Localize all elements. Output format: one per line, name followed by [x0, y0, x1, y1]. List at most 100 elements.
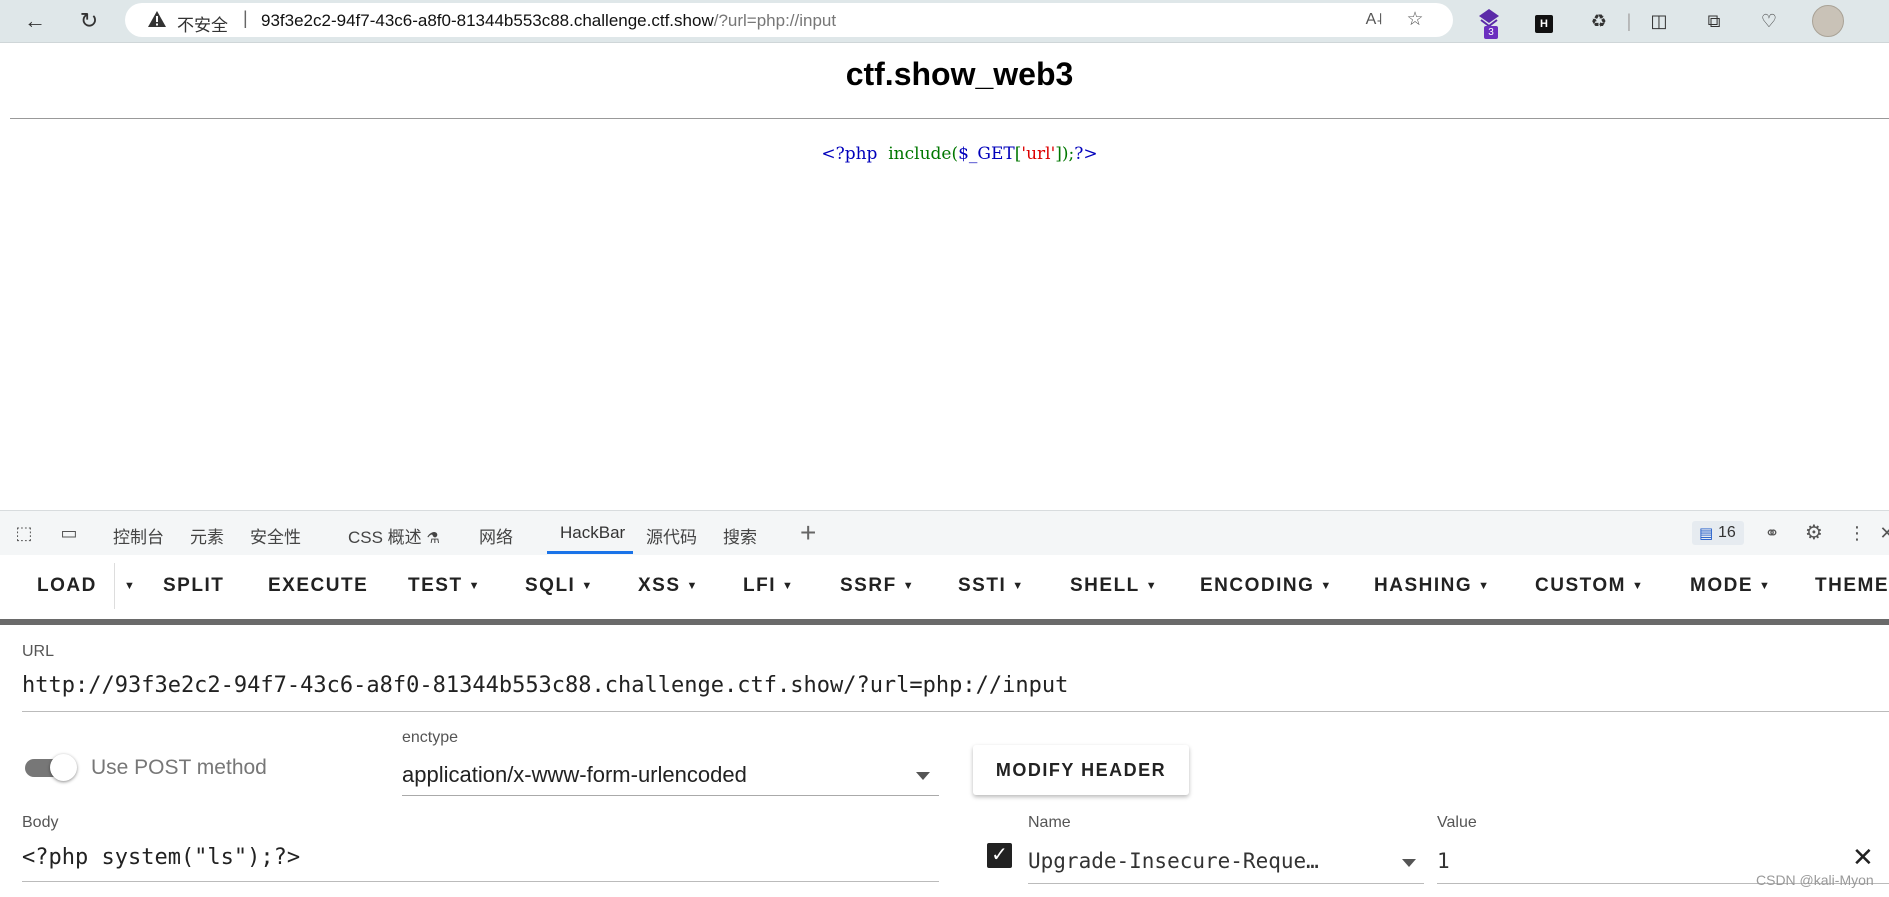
active-tab-indicator [547, 551, 633, 554]
puzzle-icon[interactable]: ♻ [1586, 8, 1612, 34]
arrow-left-icon[interactable]: ← [19, 5, 51, 37]
inspect-cursor-icon[interactable]: ⬚ [12, 521, 36, 545]
header-value-label: Value [1437, 814, 1477, 831]
address-separator: | [243, 8, 248, 28]
hashing-menu[interactable]: HASHING ▼ [1374, 575, 1491, 597]
body-value: <?php system("ls");?> [22, 845, 301, 870]
php-source: <?php include($_GET['url']);?> [0, 144, 1889, 164]
devtools-tab-bar: ⬚ ▭ 控制台 元素 安全性 CSS 概述 ⚗ 网络 HackBar 源代码 搜… [0, 510, 1889, 556]
reload-icon[interactable]: ↻ [73, 5, 105, 37]
post-method-toggle-knob[interactable] [50, 754, 77, 781]
lfi-menu[interactable]: LFI ▼ [743, 575, 794, 597]
close-devtools-icon[interactable]: ✕ [1875, 521, 1889, 545]
load-button[interactable]: LOAD [37, 575, 97, 597]
warning-triangle-icon [148, 11, 166, 27]
php-close-tag: ?> [1074, 144, 1098, 164]
ssti-menu[interactable]: SSTI ▼ [958, 575, 1025, 597]
encoding-menu[interactable]: ENCODING ▼ [1200, 575, 1333, 597]
watermark: CSDN @kali-Myon [1756, 872, 1874, 888]
php-open-tag: <?php [821, 144, 878, 164]
gear-icon[interactable]: ⚙ [1802, 521, 1826, 545]
php-tail: ); [1061, 144, 1075, 164]
ssrf-menu[interactable]: SSRF ▼ [840, 575, 915, 597]
split-screen-icon[interactable]: ◫ [1646, 8, 1672, 34]
tab-sources[interactable]: 源代码 [646, 523, 697, 548]
sqli-menu-label: SQLI [525, 575, 576, 596]
remove-header-icon[interactable]: ✕ [1852, 842, 1874, 873]
ssrf-menu-label: SSRF [840, 575, 897, 596]
toolbar-divider [114, 563, 115, 609]
post-method-label: Use POST method [91, 756, 267, 779]
xss-menu[interactable]: XSS ▼ [638, 575, 699, 597]
url-input[interactable]: http://93f3e2c2-94f7-43c6-a8f0-81344b553… [22, 673, 1889, 712]
modify-header-button[interactable]: MODIFY HEADER [973, 745, 1189, 795]
add-tab-icon[interactable]: + [800, 517, 816, 549]
mode-menu-label: MODE [1690, 575, 1753, 596]
star-icon[interactable]: ☆ [1403, 8, 1427, 32]
php-var: $_GET [958, 144, 1015, 164]
header-value-value: 1 [1437, 849, 1450, 873]
read-aloud-icon[interactable]: A˨ [1362, 8, 1386, 32]
hackbar-extension-label: H [1535, 15, 1553, 33]
page-title: ctf.show_web3 [845, 56, 1074, 92]
lfi-menu-label: LFI [743, 575, 776, 596]
collections-icon[interactable]: ⧉ [1701, 8, 1727, 34]
more-vertical-icon[interactable]: ⋮ [1845, 521, 1869, 545]
xss-menu-label: XSS [638, 575, 681, 596]
php-func: include( [888, 144, 959, 164]
php-string: 'url' [1021, 144, 1056, 164]
theme-menu[interactable]: THEME [1815, 575, 1889, 597]
test-menu[interactable]: TEST ▼ [408, 575, 481, 597]
avatar[interactable] [1812, 5, 1844, 37]
test-menu-label: TEST [408, 575, 463, 596]
page-divider [10, 118, 1889, 119]
connection-icon[interactable]: ⚭ [1760, 521, 1784, 545]
custom-menu-label: CUSTOM [1535, 575, 1626, 596]
tab-hackbar[interactable]: HackBar [560, 523, 625, 543]
tab-elements[interactable]: 元素 [190, 523, 224, 548]
shell-menu-label: SHELL [1070, 575, 1140, 596]
chevron-down-icon [1402, 859, 1416, 867]
toolbar-divider: | [1626, 11, 1632, 31]
tab-css-overview[interactable]: CSS 概述 ⚗ [348, 523, 440, 548]
header-name-label: Name [1028, 814, 1071, 831]
hackbar-extension-icon[interactable]: H [1531, 8, 1557, 34]
device-emulation-icon[interactable]: ▭ [57, 521, 81, 545]
header-name-value: Upgrade-Insecure-Reque… [1028, 849, 1319, 873]
chevron-down-icon [916, 772, 930, 780]
heart-pulse-icon[interactable]: ♡ [1756, 8, 1782, 34]
mode-menu[interactable]: MODE ▼ [1690, 575, 1771, 597]
tab-network[interactable]: 网络 [479, 523, 513, 548]
body-label: Body [22, 814, 59, 831]
issues-counter[interactable]: ▤ 16 [1692, 521, 1744, 545]
hackbar-toolbar: LOAD ▼ SPLIT EXECUTE TEST ▼ SQLI ▼ XSS ▼ LF… [0, 555, 1889, 625]
message-icon: ▤ [1699, 525, 1714, 542]
tab-security[interactable]: 安全性 [250, 523, 301, 548]
extension-badge: 3 [1484, 26, 1498, 39]
tab-search[interactable]: 搜索 [723, 523, 757, 548]
execute-button[interactable]: EXECUTE [268, 575, 368, 597]
sqli-menu[interactable]: SQLI ▼ [525, 575, 594, 597]
browser-toolbar: ← ↻ 不安全 | 93f3e2c2-94f7-43c6-a8f0-81344b… [0, 0, 1889, 43]
insecure-label[interactable]: 不安全 [177, 11, 228, 36]
address-bar[interactable]: 不安全 | 93f3e2c2-94f7-43c6-a8f0-81344b553c… [125, 3, 1453, 37]
address-url-path: /?url=php://input [713, 11, 837, 30]
address-url[interactable]: 93f3e2c2-94f7-43c6-a8f0-81344b553c88.cha… [261, 11, 836, 31]
ssti-menu-label: SSTI [958, 575, 1007, 596]
enctype-label: enctype [402, 729, 459, 746]
tab-console[interactable]: 控制台 [113, 523, 164, 548]
url-label: URL [22, 643, 55, 660]
body-input[interactable]: <?php system("ls");?> [22, 843, 939, 882]
tab-css-overview-label: CSS 概述 [348, 528, 422, 547]
load-dropdown-caret[interactable]: ▼ [118, 575, 136, 597]
split-button[interactable]: SPLIT [163, 575, 224, 597]
hashing-menu-label: HASHING [1374, 575, 1473, 596]
custom-menu[interactable]: CUSTOM ▼ [1535, 575, 1644, 597]
header-name-input[interactable]: Upgrade-Insecure-Reque… [1028, 845, 1424, 884]
beaker-icon: ⚗ [426, 530, 440, 547]
header-enabled-checkbox[interactable]: ✓ [987, 843, 1012, 868]
enctype-select[interactable]: application/x-www-form-urlencoded [402, 757, 939, 796]
php-bracket-close: ] [1055, 144, 1062, 164]
shell-menu[interactable]: SHELL ▼ [1070, 575, 1158, 597]
enctype-value: application/x-www-form-urlencoded [402, 762, 747, 787]
